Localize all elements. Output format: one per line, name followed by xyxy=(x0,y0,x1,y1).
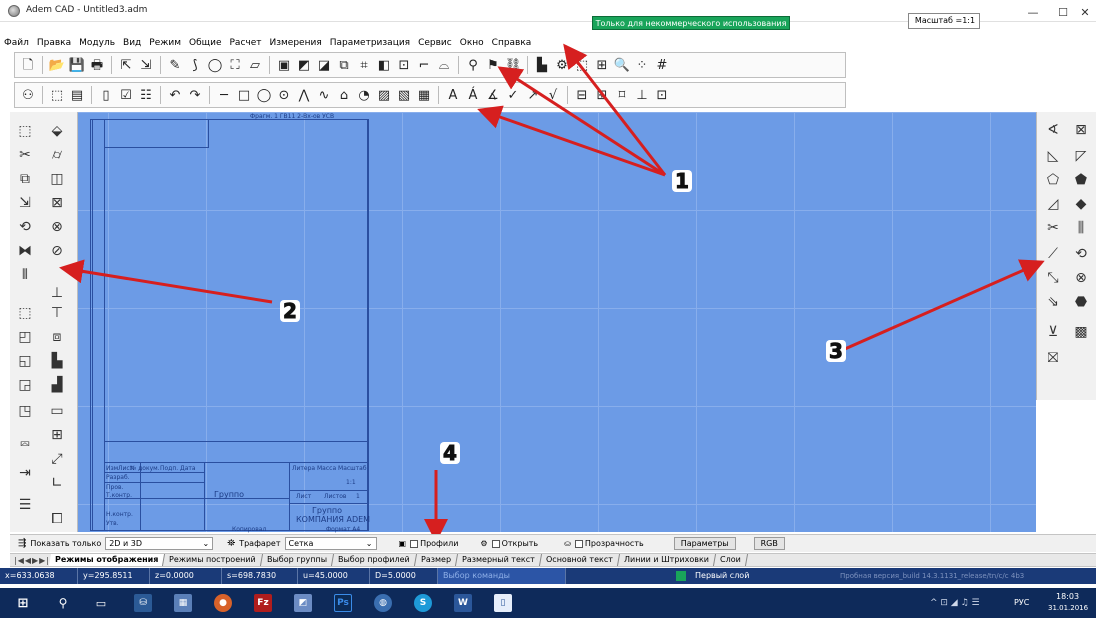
start-icon[interactable]: ⊞ xyxy=(14,594,32,612)
status-y: y=295.8511 xyxy=(78,568,150,584)
tab-label: Слои xyxy=(719,555,741,564)
tray-icons[interactable]: ^ ⊡ ◢ ♫ ☰ xyxy=(930,598,980,608)
rgb-button[interactable]: RGB xyxy=(753,537,785,550)
chevron-down-icon: ⌄ xyxy=(202,539,210,548)
annotation-arrows xyxy=(59,43,1045,543)
status-spacer xyxy=(566,568,676,584)
show-only-combo[interactable]: 2D и 3D ⌄ xyxy=(105,537,214,550)
trial-version: Пробная версия_build 14.3.1131_release/t… xyxy=(840,572,1025,580)
profiles-checkbox[interactable] xyxy=(410,539,419,548)
clock-date[interactable]: 31.01.2016 xyxy=(1048,604,1088,612)
params-button[interactable]: Параметры xyxy=(673,537,736,550)
store-icon[interactable]: ⛁ xyxy=(134,594,152,612)
tab-label: Линии и Штриховки xyxy=(623,555,709,564)
tab-scroll-arrows[interactable]: |◀◀▶▶| xyxy=(14,556,50,565)
tab-label: Режимы отображения xyxy=(55,555,159,564)
arrow-3 xyxy=(837,259,1045,354)
explorer-icon[interactable]: ▦ xyxy=(174,594,192,612)
adem-cad-window: Adem CAD - Untitled3.adm Только для неко… xyxy=(0,0,1096,618)
adem-icon[interactable]: ◩ xyxy=(294,594,312,612)
word-icon[interactable]: W xyxy=(454,594,472,612)
profiles-icon: ▣ xyxy=(398,539,407,548)
tab-lines-hatch[interactable]: Линии и Штриховки xyxy=(617,554,716,566)
stencil-icon: ⛯ xyxy=(227,538,236,549)
clock-time[interactable]: 18:03 xyxy=(1056,592,1079,601)
status-s: s=698.7830 xyxy=(222,568,298,584)
tab-label: Режимы построений xyxy=(169,555,257,564)
task-view-icon[interactable]: ▭ xyxy=(92,594,110,612)
filezilla-icon[interactable]: Fz xyxy=(254,594,272,612)
search-icon[interactable]: ⚲ xyxy=(54,594,72,612)
tab-construction-modes[interactable]: Режимы построений xyxy=(163,554,264,566)
show-only-value: 2D и 3D xyxy=(109,539,143,548)
arrow-2 xyxy=(59,259,273,304)
open-checkbox[interactable] xyxy=(491,539,500,548)
callout-4: 4 xyxy=(440,442,460,465)
status-bar: x=633.0638 y=295.8511 z=0.0000 s=698.783… xyxy=(0,568,1096,584)
transparency-icon: ⛀ xyxy=(564,539,571,548)
status-u: u=45.0000 xyxy=(298,568,370,584)
transparency-label: Прозрачность xyxy=(584,539,644,548)
stencil-label: Трафарет xyxy=(239,539,281,548)
callout-2: 2 xyxy=(280,300,300,323)
arrow-1-a xyxy=(563,43,667,176)
status-x: x=633.0638 xyxy=(0,568,78,584)
language-indicator[interactable]: РУС xyxy=(1014,598,1029,607)
command-field[interactable]: Выбор команды xyxy=(438,568,566,584)
arrow-1-c xyxy=(477,105,666,177)
status-z: z=0.0000 xyxy=(150,568,222,584)
tab-display-modes[interactable]: Режимы отображения xyxy=(48,554,166,566)
photoshop-icon[interactable]: Ps xyxy=(334,594,352,612)
transparency-checkbox[interactable] xyxy=(574,539,583,548)
tab-profile-select[interactable]: Выбор профилей xyxy=(332,554,418,566)
arrow-1-b xyxy=(497,66,666,177)
layer-color-swatch xyxy=(676,571,686,581)
open-icon: ⚙ xyxy=(480,539,488,548)
callout-1: 1 xyxy=(672,170,692,193)
tab-label: Выбор группы xyxy=(267,555,328,564)
tab-label: Размерный текст xyxy=(461,555,535,564)
tab-dimension-text[interactable]: Размерный текст xyxy=(455,554,542,566)
chevron-down-icon: ⌄ xyxy=(365,539,373,548)
tab-label: Размер xyxy=(420,555,451,564)
tab-layers[interactable]: Слои xyxy=(713,554,748,566)
mode-tabs: |◀◀▶▶| Режимы отображения Режимы построе… xyxy=(10,553,1096,567)
tab-group-select[interactable]: Выбор группы xyxy=(261,554,335,566)
show-only-icon: ⇶ xyxy=(18,538,27,549)
show-only-label: Показать только xyxy=(30,539,102,548)
tab-label: Выбор профилей xyxy=(338,555,410,564)
display-options-bar: ⇶ Показать только 2D и 3D ⌄ ⛯ Трафарет Се… xyxy=(10,534,1096,552)
stencil-value: Сетка xyxy=(288,539,314,548)
tab-label: Основной текст xyxy=(545,555,613,564)
open-label: Открыть xyxy=(501,539,539,548)
status-d: D=5.0000 xyxy=(370,568,438,584)
skype-icon[interactable]: S xyxy=(414,594,432,612)
document-icon[interactable]: ▯ xyxy=(494,594,512,612)
callout-3: 3 xyxy=(826,340,846,363)
tab-main-text[interactable]: Основной текст xyxy=(539,554,620,566)
current-layer[interactable]: Первый слой xyxy=(690,568,840,584)
stencil-combo[interactable]: Сетка ⌄ xyxy=(284,537,377,550)
globe-icon[interactable]: ◍ xyxy=(374,594,392,612)
firefox-icon[interactable]: ● xyxy=(214,594,232,612)
profiles-label: Профили xyxy=(420,539,459,548)
windows-taskbar: ⊞ ⚲ ▭ ⛁ ▦ ● Fz ◩ Ps ◍ S W ▯ ^ ⊡ ◢ ♫ ☰ РУ… xyxy=(0,588,1096,618)
tab-dimension[interactable]: Размер xyxy=(414,554,459,566)
